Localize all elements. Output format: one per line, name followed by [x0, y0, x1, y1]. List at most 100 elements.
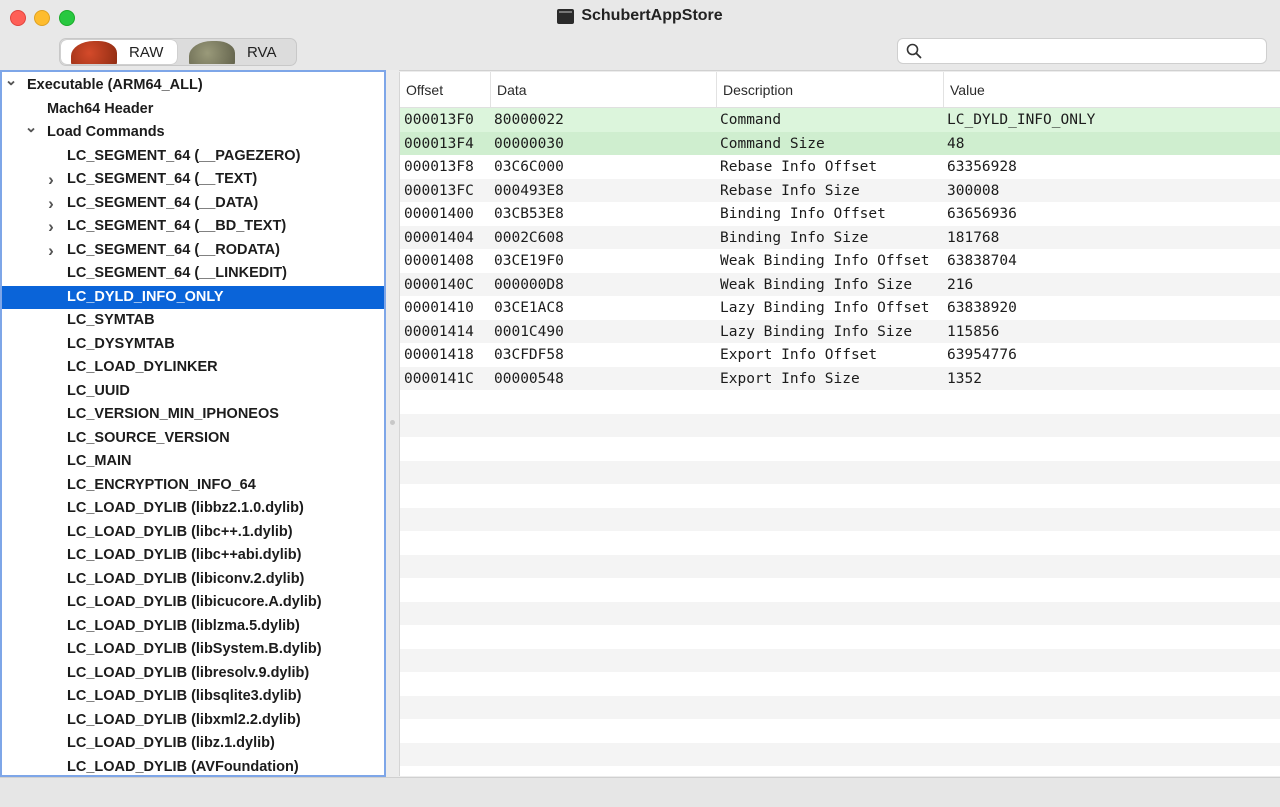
- table-row[interactable]: 000013F4 00000030 Command Size 48: [400, 131, 1280, 156]
- outline-item-label: Mach64 Header: [47, 100, 154, 117]
- table-row[interactable]: 00001404 0002C608 Binding Info Size 181768: [400, 225, 1280, 249]
- rva-mode-button[interactable]: RVA: [179, 40, 295, 64]
- disclosure-collapsed-icon[interactable]: ›: [44, 168, 58, 191]
- outline-item[interactable]: LC_LOAD_DYLIB (AVFoundation): [2, 756, 384, 776]
- table-stripe: [400, 484, 1280, 508]
- outline-item[interactable]: LC_SYMTAB: [2, 309, 384, 333]
- table-stripe: [400, 531, 1280, 555]
- offset-cell: 0000140C: [404, 276, 474, 293]
- table-stripe: [400, 554, 1280, 578]
- table-row[interactable]: 0000141C 00000548 Export Info Size 1352: [400, 366, 1280, 390]
- value-cell: 63356928: [947, 159, 1017, 175]
- table-stripe: [400, 766, 1280, 776]
- outline-item[interactable]: LC_SOURCE_VERSION: [2, 427, 384, 451]
- table-stripe: [400, 437, 1280, 461]
- outline-item[interactable]: LC_LOAD_DYLIB (libxml2.2.dylib): [2, 709, 384, 733]
- disclosure-collapsed-icon[interactable]: ›: [44, 239, 58, 262]
- outline-item[interactable]: LC_LOAD_DYLIB (libbz2.1.0.dylib): [2, 497, 384, 521]
- outline-item-label: LC_UUID: [67, 382, 130, 399]
- outline-item[interactable]: LC_LOAD_DYLINKER: [2, 356, 384, 380]
- table-row[interactable]: 00001400 03CB53E8 Binding Info Offset 63656…: [400, 202, 1280, 226]
- outline-item-label: LC_SEGMENT_64 (__PAGEZERO): [67, 147, 301, 164]
- outline-item[interactable]: › LC_SEGMENT_64 (__BD_TEXT): [2, 215, 384, 239]
- outline-item[interactable]: › LC_SEGMENT_64 (__TEXT): [2, 168, 384, 192]
- description-cell: Weak Binding Info Offset: [720, 253, 930, 269]
- divider-grip[interactable]: [390, 420, 395, 425]
- description-cell: Rebase Info Size: [720, 182, 860, 199]
- outline-item[interactable]: LC_MAIN: [2, 450, 384, 474]
- outline-item-label: LC_ENCRYPTION_INFO_64: [67, 476, 256, 493]
- value-cell: 115856: [947, 323, 1000, 340]
- search-input[interactable]: [928, 41, 1262, 63]
- table-row[interactable]: 000013F0 80000022 Command LC_DYLD_INFO_ONLY: [400, 108, 1280, 132]
- title-bar: SchubertAppStore RAW RVA: [0, 0, 1280, 71]
- outline-item[interactable]: LC_SEGMENT_64 (__LINKEDIT): [2, 262, 384, 286]
- outline-item[interactable]: LC_DYSYMTAB: [2, 333, 384, 357]
- column-header-offset[interactable]: Offset: [400, 72, 490, 107]
- outline-item-label: LC_SEGMENT_64 (__TEXT): [67, 171, 258, 187]
- data-cell: 0002C608: [494, 229, 564, 246]
- table-row[interactable]: 0000140C 000000D8 Weak Binding Info Size 21…: [400, 272, 1280, 296]
- disclosure-collapsed-icon[interactable]: ›: [44, 192, 58, 215]
- outline-item[interactable]: LC_SEGMENT_64 (__PAGEZERO): [2, 145, 384, 169]
- disclosure-expanded-icon[interactable]: ⌄: [24, 116, 38, 139]
- value-cell: 48: [947, 135, 965, 152]
- outline-item[interactable]: LC_LOAD_DYLIB (libicucore.A.dylib): [2, 591, 384, 615]
- table-body[interactable]: 000013F0 80000022 Command LC_DYLD_INFO_ONLY…: [400, 108, 1280, 776]
- outline-item-label: LC_SYMTAB: [67, 312, 155, 328]
- table-row[interactable]: 00001408 03CE19F0 Weak Binding Info Offset…: [400, 249, 1280, 273]
- table-stripe: [400, 507, 1280, 531]
- outline-item-label: LC_LOAD_DYLIB (libc++.1.dylib): [67, 523, 293, 540]
- outline-item[interactable]: ⌄ Executable (ARM64_ALL): [2, 72, 384, 98]
- outline-item[interactable]: LC_LOAD_DYLIB (libiconv.2.dylib): [2, 568, 384, 592]
- table-stripe: [400, 460, 1280, 484]
- offset-cell: 000013FC: [404, 182, 474, 199]
- column-header-data[interactable]: Data: [490, 72, 716, 107]
- outline-item[interactable]: LC_LOAD_DYLIB (libc++.1.dylib): [2, 521, 384, 545]
- outline-item[interactable]: LC_UUID: [2, 380, 384, 404]
- outline-item-label: LC_LOAD_DYLIB (libxml2.2.dylib): [67, 711, 301, 728]
- value-cell: LC_DYLD_INFO_ONLY: [947, 112, 1096, 128]
- disclosure-collapsed-icon[interactable]: ›: [44, 215, 58, 238]
- outline-item[interactable]: LC_LOAD_DYLIB (libz.1.dylib): [2, 732, 384, 756]
- outline-item-label: LC_LOAD_DYLIB (libc++abi.dylib): [67, 547, 302, 563]
- ladybug-gray-icon: [189, 41, 235, 64]
- outline-item[interactable]: LC_LOAD_DYLIB (libSystem.B.dylib): [2, 638, 384, 662]
- outline-item[interactable]: LC_LOAD_DYLIB (libc++abi.dylib): [2, 544, 384, 568]
- outline-item[interactable]: Mach64 Header: [2, 98, 384, 122]
- search-field[interactable]: [897, 38, 1267, 64]
- table-stripe: [400, 601, 1280, 625]
- outline-item[interactable]: LC_ENCRYPTION_INFO_64: [2, 474, 384, 498]
- structure-outline[interactable]: ⌄ Executable (ARM64_ALL) Mach64 Header ⌄ Loa…: [0, 70, 386, 777]
- outline-item[interactable]: LC_LOAD_DYLIB (libsqlite3.dylib): [2, 685, 384, 709]
- outline-item[interactable]: ⌄ Load Commands: [2, 119, 384, 145]
- disclosure-expanded-icon[interactable]: ⌄: [4, 72, 18, 92]
- outline-item[interactable]: LC_DYLD_INFO_ONLY: [2, 285, 384, 309]
- column-header-description[interactable]: Description: [716, 72, 943, 107]
- outline-item[interactable]: LC_LOAD_DYLIB (libresolv.9.dylib): [2, 662, 384, 686]
- data-cell: 80000022: [494, 112, 564, 128]
- outline-item[interactable]: LC_VERSION_MIN_IPHONEOS: [2, 403, 384, 427]
- value-cell: 216: [947, 276, 974, 293]
- data-cell: 03CFDF58: [494, 347, 564, 363]
- outline-item-label: LC_MAIN: [67, 453, 132, 469]
- description-cell: Rebase Info Offset: [720, 159, 878, 175]
- raw-mode-button[interactable]: RAW: [61, 40, 177, 64]
- table-row[interactable]: 00001410 03CE1AC8 Lazy Binding Info Offset…: [400, 296, 1280, 320]
- rva-mode-label: RVA: [247, 44, 277, 61]
- outline-item-label: LC_SOURCE_VERSION: [67, 429, 230, 446]
- value-cell: 181768: [947, 229, 1000, 246]
- table-row[interactable]: 00001414 0001C490 Lazy Binding Info Size 11…: [400, 319, 1280, 343]
- outline-item[interactable]: › LC_SEGMENT_64 (__RODATA): [2, 239, 384, 263]
- outline-item-label: LC_LOAD_DYLINKER: [67, 359, 218, 375]
- split-view-divider[interactable]: [386, 70, 399, 777]
- table-row[interactable]: 00001418 03CFDF58 Export Info Offset 639547…: [400, 343, 1280, 367]
- offset-cell: 00001400: [404, 206, 474, 222]
- outline-item[interactable]: LC_LOAD_DYLIB (liblzma.5.dylib): [2, 615, 384, 639]
- outline-item-label: LC_SEGMENT_64 (__RODATA): [67, 241, 280, 258]
- outline-item[interactable]: › LC_SEGMENT_64 (__DATA): [2, 192, 384, 216]
- column-header-value[interactable]: Value: [943, 72, 1280, 107]
- data-cell: 03CE1AC8: [494, 300, 564, 316]
- table-row[interactable]: 000013FC 000493E8 Rebase Info Size 300008: [400, 178, 1280, 202]
- table-row[interactable]: 000013F8 03C6C000 Rebase Info Offset 633569…: [400, 155, 1280, 179]
